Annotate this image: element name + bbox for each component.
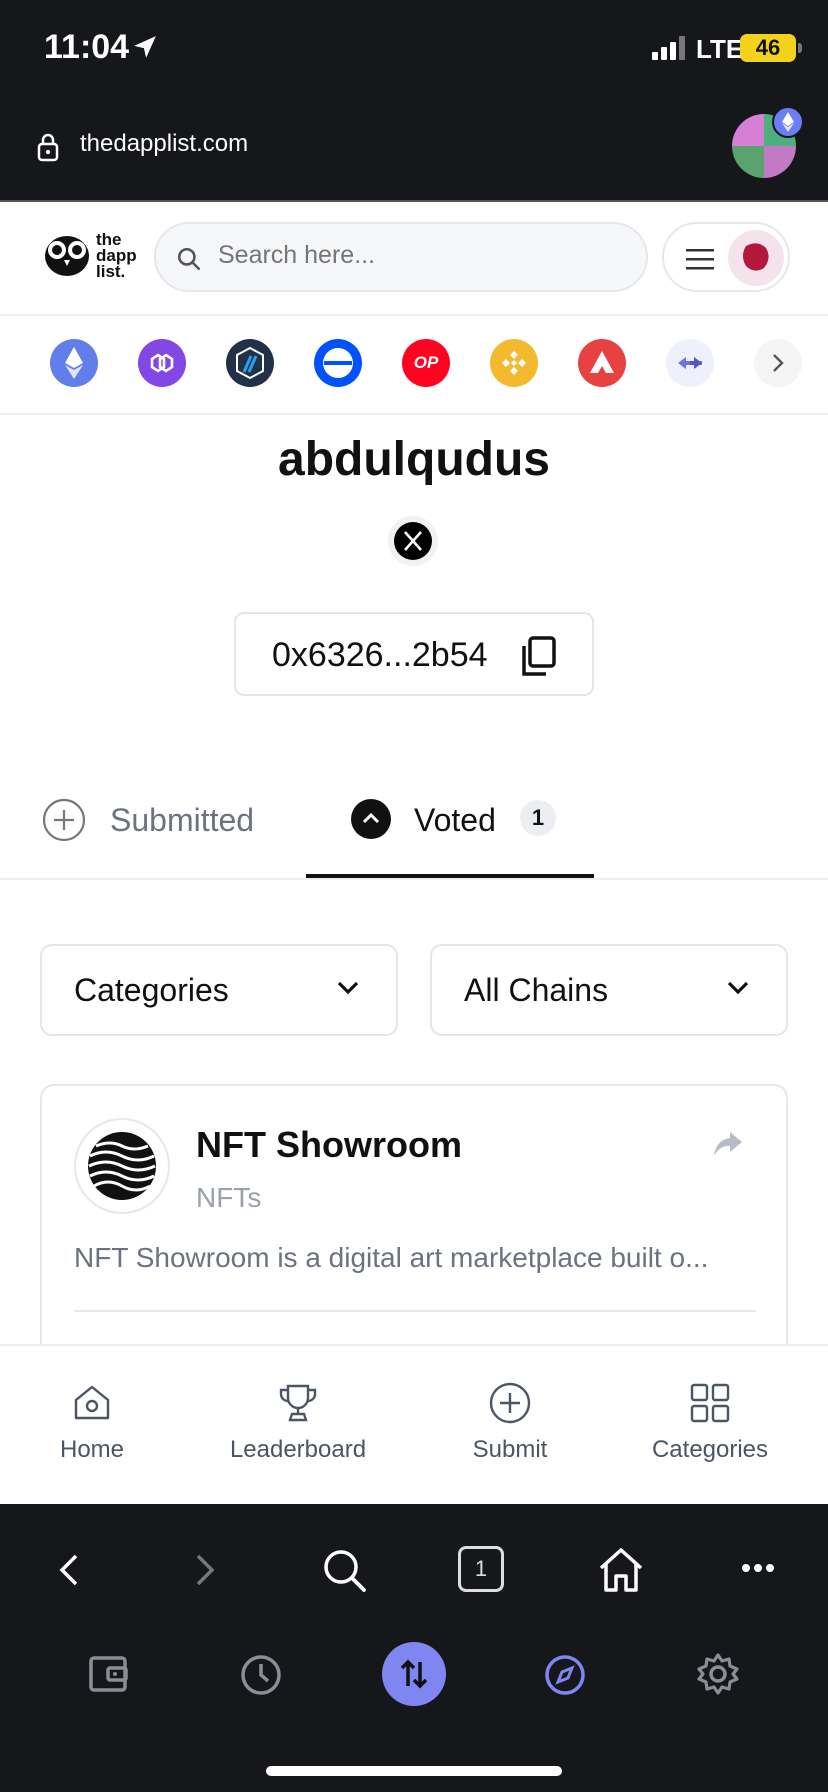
categories-dropdown[interactable]: Categories xyxy=(40,944,398,1036)
chevron-down-icon xyxy=(727,981,749,995)
chain-bnb-icon[interactable] xyxy=(490,339,538,387)
history-clock-icon[interactable] xyxy=(240,1654,282,1696)
chains-dropdown[interactable]: All Chains xyxy=(430,944,788,1036)
search-icon[interactable] xyxy=(322,1548,368,1594)
bottom-navigation: Home Leaderboard Submit Categories xyxy=(0,1344,828,1506)
chevron-down-icon xyxy=(337,981,359,995)
battery-tip xyxy=(798,43,802,53)
nav-leaderboard-label: Leaderboard xyxy=(229,1436,367,1463)
tabs-count-button[interactable]: 1 xyxy=(458,1546,504,1592)
wallet-address-box[interactable]: 0x6326...2b54 xyxy=(234,612,594,696)
url-bar[interactable]: thedapplist.com xyxy=(80,130,248,158)
chain-polygon-icon[interactable] xyxy=(138,339,186,387)
back-icon[interactable] xyxy=(56,1552,80,1588)
search-icon xyxy=(177,247,201,271)
categories-dropdown-label: Categories xyxy=(74,972,229,1008)
nft-showroom-logo xyxy=(74,1118,170,1214)
share-icon[interactable] xyxy=(712,1130,744,1158)
copy-icon[interactable] xyxy=(518,636,558,678)
user-avatar[interactable] xyxy=(728,230,784,286)
forward-icon[interactable] xyxy=(194,1552,218,1588)
owl-logo-icon[interactable] xyxy=(42,230,92,278)
tab-voted-label: Voted xyxy=(414,802,496,838)
chains-dropdown-label: All Chains xyxy=(464,972,609,1008)
nav-categories-label: Categories xyxy=(651,1436,769,1463)
nav-submit[interactable]: Submit xyxy=(458,1382,562,1464)
header-separator xyxy=(0,314,828,316)
location-arrow-icon xyxy=(134,36,156,58)
lock-icon xyxy=(37,133,59,162)
grid-icon xyxy=(690,1383,730,1423)
plus-circle-icon xyxy=(42,798,86,842)
search-input[interactable] xyxy=(216,240,620,271)
hamburger-menu-icon[interactable] xyxy=(686,248,714,270)
tabs-separator xyxy=(0,878,828,880)
chain-optimism-icon[interactable]: OP xyxy=(402,339,450,387)
home-indicator xyxy=(266,1766,562,1776)
upvote-icon xyxy=(351,799,391,839)
nav-leaderboard[interactable]: Leaderboard xyxy=(218,1382,378,1464)
chain-arbitrum-icon[interactable] xyxy=(226,339,274,387)
search-bar[interactable] xyxy=(154,222,648,292)
header-divider xyxy=(0,200,828,202)
wallet-address: 0x6326...2b54 xyxy=(272,636,488,674)
card-divider xyxy=(74,1310,756,1312)
card-description: NFT Showroom is a digital art marketplac… xyxy=(74,1242,709,1273)
tab-submitted-label: Submitted xyxy=(110,802,255,838)
chain-avalanche-icon[interactable] xyxy=(578,339,626,387)
card-title: NFT Showroom xyxy=(196,1124,462,1165)
ethereum-badge-icon xyxy=(772,106,804,138)
voted-count-badge: 1 xyxy=(520,800,556,836)
chain-ethereum-icon[interactable] xyxy=(50,339,98,387)
swap-arrows-icon xyxy=(400,1659,428,1689)
status-time: 11:04 xyxy=(44,28,130,66)
plus-circle-icon xyxy=(489,1382,531,1424)
chain-bridge-icon[interactable] xyxy=(666,339,714,387)
swap-button[interactable] xyxy=(382,1642,446,1706)
menu-pill[interactable] xyxy=(662,222,790,292)
chains-scroll-right-icon[interactable] xyxy=(754,339,802,387)
profile-username: abdulqudus xyxy=(278,433,550,486)
optimism-label: OP xyxy=(413,353,439,372)
more-icon[interactable] xyxy=(742,1562,774,1574)
home-icon xyxy=(74,1385,110,1420)
logo-text: the dapp list. xyxy=(96,230,137,281)
compass-icon[interactable] xyxy=(544,1654,586,1696)
battery-indicator: 46 xyxy=(740,34,796,62)
nav-categories[interactable]: Categories xyxy=(638,1382,782,1464)
trophy-icon xyxy=(279,1384,317,1422)
nav-home-label: Home xyxy=(59,1436,125,1463)
x-twitter-icon[interactable] xyxy=(388,516,438,566)
card-category: NFTs xyxy=(196,1182,262,1213)
browser-toolbar: 1 xyxy=(0,1504,828,1792)
network-label: LTE xyxy=(696,34,744,64)
settings-gear-icon[interactable] xyxy=(696,1652,740,1696)
home-icon[interactable] xyxy=(596,1546,646,1594)
nav-submit-label: Submit xyxy=(472,1436,548,1463)
signal-icon xyxy=(652,36,685,60)
chain-base-icon[interactable] xyxy=(314,339,362,387)
wallet-icon[interactable] xyxy=(88,1654,130,1694)
chains-separator xyxy=(0,413,828,415)
nav-home[interactable]: Home xyxy=(42,1382,142,1464)
